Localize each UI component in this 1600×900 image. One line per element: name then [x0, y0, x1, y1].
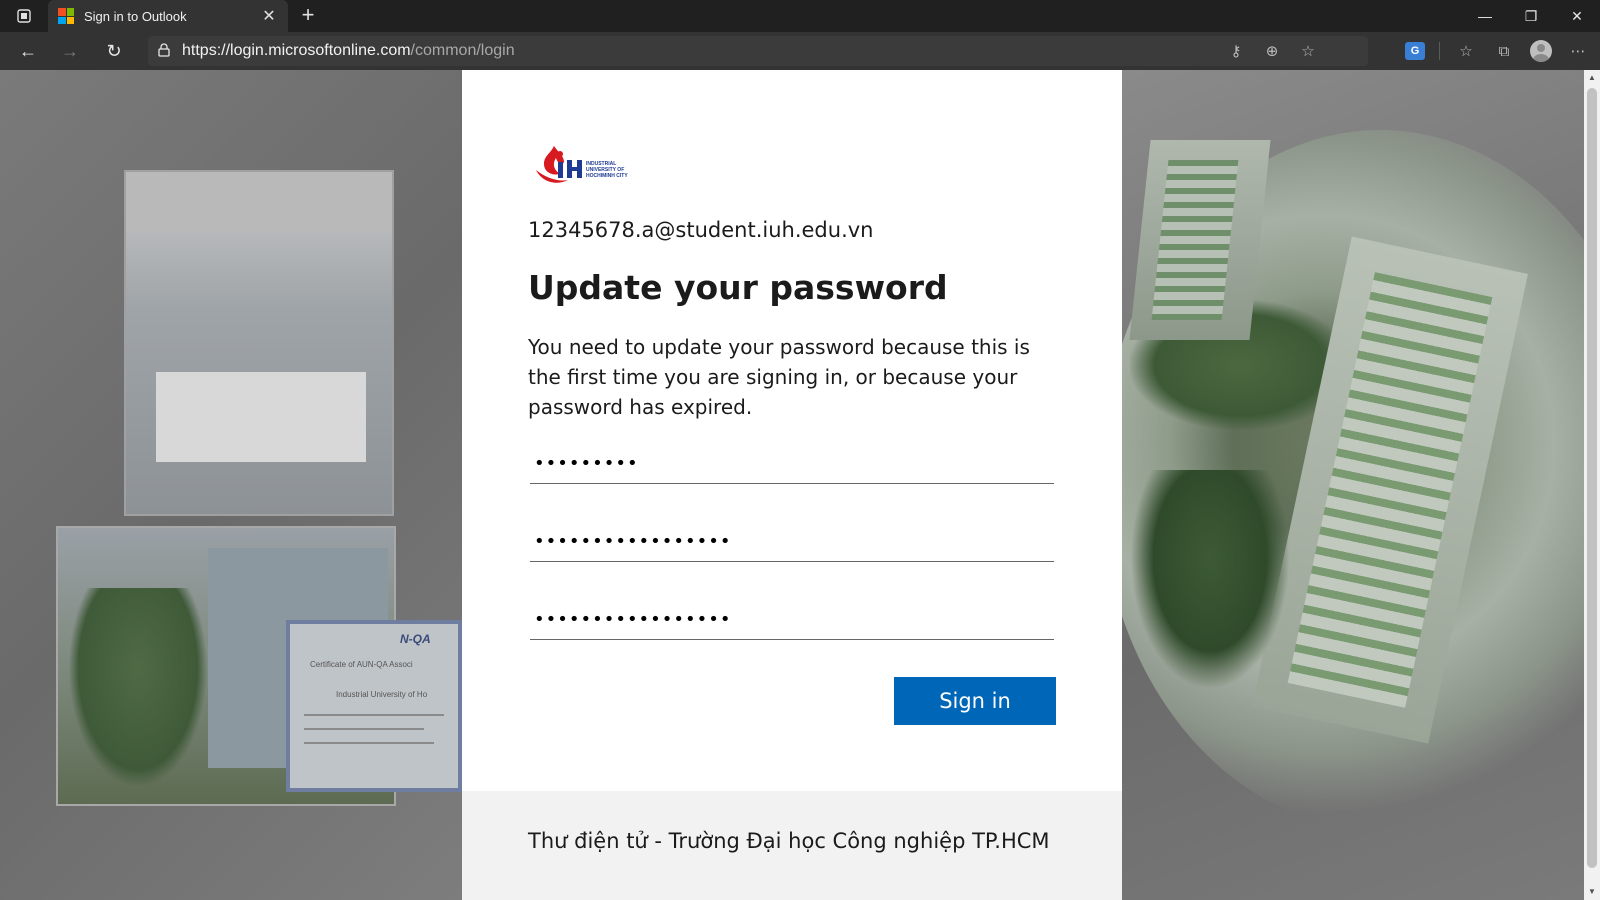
update-password-description: You need to update your password because…: [528, 335, 1030, 419]
restore-button[interactable]: ❐: [1508, 0, 1554, 32]
page-scrollbar[interactable]: ▲ ▼: [1584, 70, 1600, 900]
forward-button[interactable]: →: [56, 38, 84, 64]
url-path: /common/login: [410, 42, 515, 59]
certificate-line-1: Certificate of AUN-QA Associ: [310, 660, 413, 669]
tab-bar: Sign in to Outlook ✕ + — ❐ ✕: [0, 0, 1600, 32]
certificate-rule: [304, 728, 424, 730]
minimize-button[interactable]: —: [1462, 0, 1508, 32]
footer-text: Thư điện tử - Trường Đại học Công nghiệp…: [528, 829, 1050, 853]
aun-qa-certificate: N-QA Certificate of AUN-QA Associ Indust…: [286, 620, 462, 792]
panorama-palm: [1130, 470, 1290, 690]
certificate-line-2: Industrial University of Ho: [336, 690, 428, 699]
translate-icon[interactable]: G: [1405, 42, 1425, 60]
favicon-square-yellow: [66, 16, 74, 24]
window-controls: — ❐ ✕: [1462, 0, 1600, 32]
reload-button[interactable]: ↻: [100, 38, 128, 64]
microsoft-logo-icon: [58, 8, 74, 24]
scroll-up-arrow-icon[interactable]: ▲: [1584, 70, 1600, 86]
zoom-icon[interactable]: ⊕: [1260, 39, 1284, 63]
profile-avatar[interactable]: [1530, 40, 1552, 62]
toolbar-separator: [1439, 42, 1440, 60]
settings-menu-icon[interactable]: ⋯: [1566, 39, 1590, 63]
tab-actions-button[interactable]: [10, 6, 38, 26]
back-button[interactable]: ←: [14, 38, 42, 64]
dialog-footer: Thư điện tử - Trường Đại học Công nghiệp…: [462, 791, 1122, 900]
tab-title: Sign in to Outlook: [84, 8, 187, 24]
confirm-password-field[interactable]: [530, 600, 1054, 640]
panorama-tower-left: [1129, 140, 1271, 340]
password-key-icon[interactable]: ⚷: [1224, 39, 1248, 63]
lock-icon[interactable]: [158, 42, 170, 60]
logo-text-line-3: HOCHIMINH CITY: [586, 173, 628, 179]
new-tab-button[interactable]: +: [296, 4, 320, 28]
account-identity[interactable]: 12345678.a@student.iuh.edu.vn: [528, 218, 874, 242]
scroll-down-arrow-icon[interactable]: ▼: [1584, 884, 1600, 900]
lab-ceiling: [126, 172, 392, 232]
favorites-icon[interactable]: ☆: [1454, 39, 1478, 63]
iuh-logo: INDUSTRIAL UNIVERSITY OF HOCHIMINH CITY: [536, 146, 628, 183]
tab-actions-icon: [17, 9, 31, 23]
close-window-button[interactable]: ✕: [1554, 0, 1600, 32]
page-title: Update your password: [528, 268, 948, 307]
campus-trees: [68, 588, 208, 788]
add-favorite-icon[interactable]: ☆: [1296, 39, 1320, 63]
lab-photo: [124, 170, 394, 516]
favicon-square-red: [58, 8, 66, 16]
favicon-square-blue: [58, 16, 66, 24]
toolbar-right: G ☆ ⧉ ⋯: [1405, 36, 1590, 66]
browser-tab-active[interactable]: Sign in to Outlook ✕: [48, 0, 288, 32]
url-host: https://login.microsoftonline.com: [182, 42, 411, 59]
favicon-square-green: [66, 8, 74, 16]
certificate-rule: [304, 742, 434, 744]
address-bar-actions: ⚷ ⊕ ☆: [1224, 36, 1368, 66]
certificate-logo-text: N-QA: [400, 632, 431, 646]
collections-icon[interactable]: ⧉: [1492, 39, 1516, 63]
tab-close-icon[interactable]: ✕: [260, 6, 278, 26]
address-bar[interactable]: https://login.microsoftonline.com /commo…: [148, 36, 1368, 66]
lab-desk: [156, 372, 366, 462]
new-password-field[interactable]: [530, 522, 1054, 562]
certificate-rule: [304, 714, 444, 716]
navigation-bar: ← → ↻ https://login.microsoftonline.com …: [0, 32, 1600, 70]
scroll-thumb[interactable]: [1587, 88, 1597, 868]
current-password-field[interactable]: [530, 444, 1054, 484]
sign-in-button[interactable]: Sign in: [894, 677, 1056, 725]
signin-dialog: INDUSTRIAL UNIVERSITY OF HOCHIMINH CITY …: [462, 70, 1122, 900]
